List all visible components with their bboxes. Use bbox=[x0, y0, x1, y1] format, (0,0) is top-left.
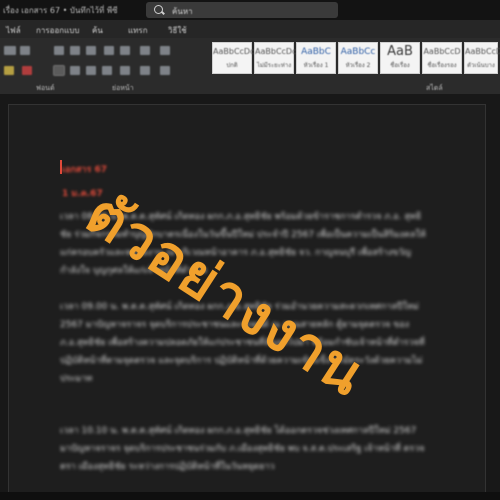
highlight-button[interactable] bbox=[4, 66, 14, 75]
style-name: ชื่อเรื่อง bbox=[390, 62, 410, 69]
shading-button[interactable] bbox=[140, 66, 150, 75]
style-name: ตัวเน้นบาง bbox=[467, 62, 495, 69]
group-label-styles: สไตล์ bbox=[426, 84, 443, 92]
style-title[interactable]: AaB ชื่อเรื่อง bbox=[380, 42, 420, 74]
justify-button[interactable] bbox=[102, 66, 112, 75]
title-bar: เรื่อง เอกสาร 67 • บันทึกไว้ที่ พีซี ค้น… bbox=[0, 0, 500, 20]
search-icon bbox=[154, 5, 163, 14]
style-no-spacing[interactable]: AaBbCcDc ไม่มีระยะห่าง bbox=[254, 42, 297, 74]
document-paragraph: เวลา 10.10 น. พ.ต.ต.สุทัศน์ เกิดทอง ผกก.… bbox=[60, 426, 425, 472]
style-name: หัวเรื่อง 1 bbox=[303, 62, 329, 69]
tab-file[interactable]: ไฟล์ bbox=[6, 24, 21, 37]
style-sample: AaBbCc bbox=[340, 47, 376, 57]
sort-button[interactable] bbox=[140, 46, 150, 55]
font-size-up-button[interactable] bbox=[4, 46, 16, 55]
align-left-button[interactable] bbox=[53, 65, 65, 76]
ribbon-tabs: ไฟล์ การออกแบบ ค้น แทรก วิธีใช้ bbox=[0, 20, 500, 38]
decrease-indent-button[interactable] bbox=[104, 46, 114, 55]
tab-design[interactable]: การออกแบบ bbox=[36, 24, 79, 37]
document-heading: เอกสาร 67 bbox=[62, 165, 107, 175]
bullets-button[interactable] bbox=[54, 46, 64, 55]
search-placeholder: ค้นหา bbox=[172, 7, 193, 16]
tab-search[interactable]: ค้น bbox=[92, 24, 103, 37]
line-spacing-button[interactable] bbox=[120, 66, 130, 75]
multilevel-list-button[interactable] bbox=[86, 46, 96, 55]
align-center-button[interactable] bbox=[70, 66, 80, 75]
style-sample: AaBbC bbox=[301, 47, 331, 57]
font-color-button[interactable] bbox=[22, 66, 32, 75]
style-heading-1[interactable]: AaBbC หัวเรื่อง 1 bbox=[296, 42, 336, 74]
style-subtle-emphasis[interactable]: AaBbCcDc ตัวเน้นบาง bbox=[464, 42, 500, 74]
style-subtitle[interactable]: AaBbCcD ชื่อเรื่องรอง bbox=[422, 42, 462, 74]
tab-insert[interactable]: แทรก bbox=[128, 24, 148, 37]
group-label-paragraph: ย่อหน้า bbox=[112, 84, 134, 92]
search-input[interactable]: ค้นหา bbox=[146, 2, 338, 18]
style-name: ไม่มีระยะห่าง bbox=[256, 62, 292, 69]
style-sample: AaBbCcDc bbox=[213, 47, 255, 56]
style-name: ชื่อเรื่องรอง bbox=[427, 62, 457, 69]
numbering-button[interactable] bbox=[70, 46, 80, 55]
font-size-down-button[interactable] bbox=[20, 46, 30, 55]
style-sample: AaB bbox=[387, 44, 413, 59]
document-subheading: 1 ม.ค.67 bbox=[62, 189, 103, 199]
tab-help[interactable]: วิธีใช้ bbox=[168, 24, 187, 37]
show-marks-button[interactable] bbox=[160, 46, 170, 55]
status-strip bbox=[0, 492, 500, 500]
style-sample: AaBbCcD bbox=[423, 47, 461, 56]
style-normal[interactable]: AaBbCcDc ปกติ bbox=[212, 42, 255, 74]
window-title: เรื่อง เอกสาร 67 • บันทึกไว้ที่ พีซี bbox=[3, 6, 118, 15]
style-name: ปกติ bbox=[226, 62, 238, 69]
increase-indent-button[interactable] bbox=[120, 46, 130, 55]
style-name: หัวเรื่อง 2 bbox=[345, 62, 371, 69]
style-heading-2[interactable]: AaBbCc หัวเรื่อง 2 bbox=[338, 42, 378, 74]
style-sample: AaBbCcDc bbox=[465, 47, 500, 56]
borders-button[interactable] bbox=[160, 66, 170, 75]
style-sample: AaBbCcDc bbox=[255, 47, 297, 56]
align-right-button[interactable] bbox=[86, 66, 96, 75]
group-label-font: ฟอนต์ bbox=[36, 84, 55, 92]
